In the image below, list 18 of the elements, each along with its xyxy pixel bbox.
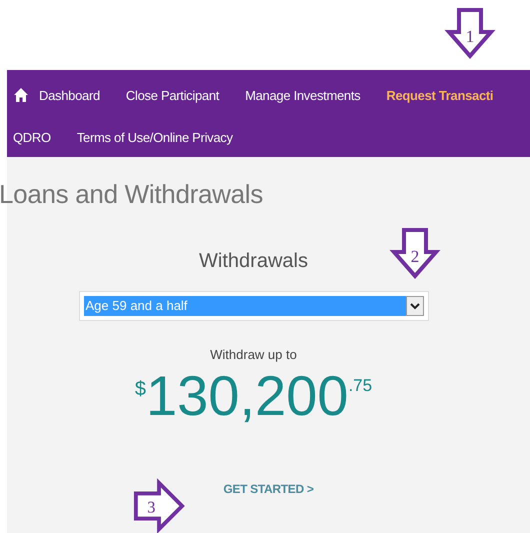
- callout-number: 1: [466, 27, 474, 46]
- nav-link[interactable]: QDRO: [13, 130, 51, 144]
- callout-number: 3: [147, 498, 156, 517]
- dropdown-value: Age 59 and a half: [84, 296, 406, 316]
- section-title: Withdrawals: [199, 250, 308, 273]
- currency-symbol: $: [134, 378, 146, 401]
- home-icon: [13, 87, 29, 103]
- nav-link[interactable]: Dashboard: [13, 87, 100, 103]
- callout-number: 2: [410, 247, 420, 266]
- amount-value: 130,200: [146, 364, 348, 428]
- amount-cents: .75: [348, 376, 372, 396]
- amount-caption: Withdraw up to: [210, 347, 297, 362]
- nav-link[interactable]: Terms of Use/Online Privacy: [76, 130, 233, 144]
- nav-link[interactable]: Manage Investments: [245, 88, 360, 102]
- page-title: Loans and Withdrawals: [0, 179, 264, 210]
- nav-link[interactable]: Request Transacti: [386, 88, 494, 102]
- nav-link[interactable]: Close Participant: [126, 88, 220, 102]
- caret-icon: [406, 296, 424, 316]
